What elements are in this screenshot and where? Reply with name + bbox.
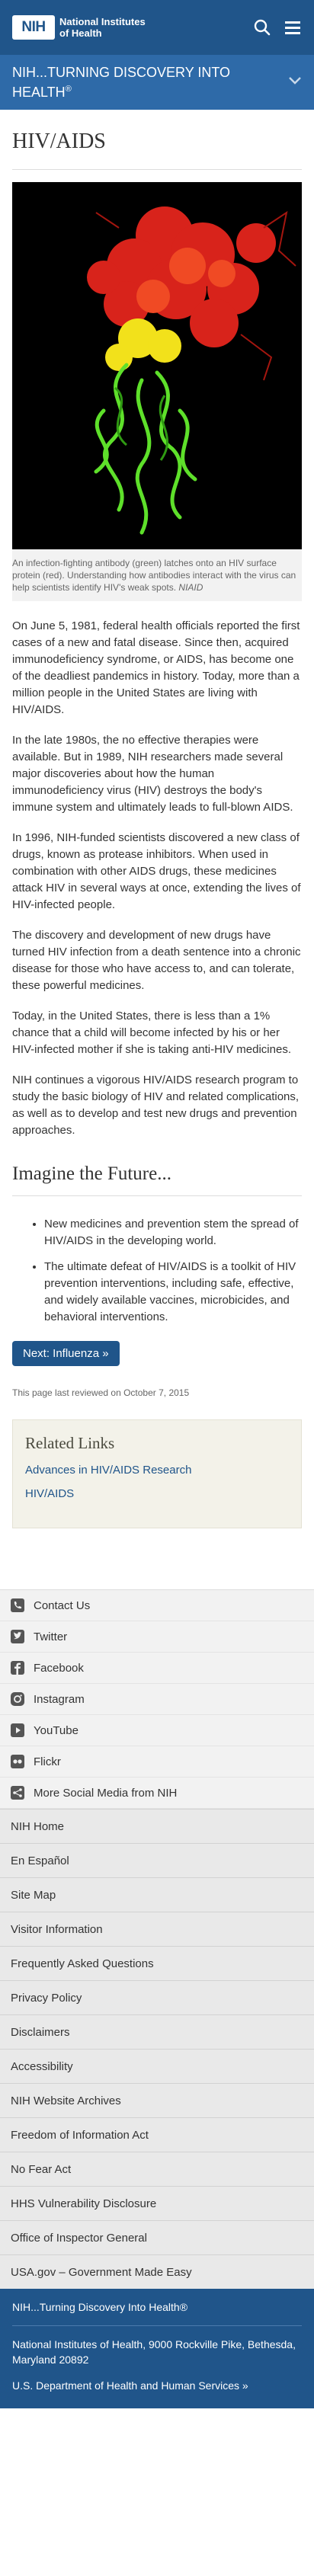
main-content: HIV/AIDS An infection-fighting antibody … [0,130,314,1528]
footer-tagline-text: NIH...Turning Discovery Into Health [12,2301,180,2313]
related-links-heading: Related Links [25,1434,115,1452]
footer-link-usa-gov[interactable]: USA.gov – Government Made Easy [0,2254,314,2289]
figure-caption: An infection-fighting antibody (green) l… [12,549,302,601]
body-paragraph: NIH continues a vigorous HIV/AIDS resear… [12,1074,300,1137]
search-icon[interactable] [253,18,271,37]
footer-link-accessibility[interactable]: Accessibility [0,2049,314,2083]
footer-link-privacy[interactable]: Privacy Policy [0,1980,314,2014]
figure-caption-text: An infection-fighting antibody (green) l… [12,558,296,593]
facebook-icon [9,1659,26,1676]
logo-line-1: National Institutes [59,16,146,27]
menu-icon[interactable] [284,18,302,37]
footer-link-faq[interactable]: Frequently Asked Questions [0,1946,314,1980]
footer-link-site-map[interactable]: Site Map [0,1877,314,1912]
facebook-link[interactable]: Facebook [0,1653,314,1684]
body-paragraph: On June 5, 1981, federal health official… [12,619,300,716]
social-links: Contact Us Twitter Facebook Instagram Yo… [0,1589,314,1809]
footer-address: National Institutes of Health, 9000 Rock… [12,2338,296,2366]
body-paragraph: Today, in the United States, there is le… [12,1010,291,1056]
nih-logo[interactable]: NIH National Institutes of Health [12,15,146,40]
footer-nav: NIH Home En Español Site Map Visitor Inf… [0,1809,314,2289]
footer-link-no-fear-act[interactable]: No Fear Act [0,2152,314,2186]
social-label: Flickr [34,1755,61,1768]
footer-link-nih-home[interactable]: NIH Home [0,1809,314,1843]
share-icon [9,1784,26,1801]
footer-link-oig[interactable]: Office of Inspector General [0,2220,314,2254]
site-header: NIH National Institutes of Health NIH...… [0,0,314,110]
related-link-advances[interactable]: Advances in HIV/AIDS Research [25,1464,289,1477]
body-paragraph: In the late 1980s, the no effective ther… [12,734,293,814]
twitter-link[interactable]: Twitter [0,1621,314,1653]
antibody-protein-image [12,182,302,549]
top-bar: NIH National Institutes of Health [0,0,314,55]
related-links-box: Related Links Advances in HIV/AIDS Resea… [12,1419,302,1528]
footer-link-espanol[interactable]: En Español [0,1843,314,1877]
instagram-link[interactable]: Instagram [0,1684,314,1715]
next-influenza-button[interactable]: Next: Influenza » [12,1341,120,1366]
logo-line-2: of Health [59,27,102,39]
header-actions [253,18,302,37]
figure-credit: NIAID [178,582,203,593]
footer-link-vulnerability[interactable]: HHS Vulnerability Disclosure [0,2186,314,2220]
twitter-icon [9,1628,26,1645]
social-label: More Social Media from NIH [34,1786,178,1800]
article-figure: An infection-fighting antibody (green) l… [12,182,302,601]
social-label: Facebook [34,1661,84,1675]
site-footer: Contact Us Twitter Facebook Instagram Yo… [0,1589,314,2408]
section-nav-title: NIH...TURNING DISCOVERY INTO HEALTH® [12,64,264,101]
social-label: Twitter [34,1630,68,1643]
nih-logo-text: National Institutes of Health [59,16,146,39]
youtube-link[interactable]: YouTube [0,1715,314,1746]
related-link-hiv-aids[interactable]: HIV/AIDS [25,1487,289,1500]
nih-logo-mark: NIH [12,15,55,40]
social-label: Instagram [34,1692,85,1706]
footer-bottom: NIH...Turning Discovery Into Health® Nat… [0,2289,314,2408]
external-arrow-icon: » [242,2379,248,2392]
social-label: Contact Us [34,1598,91,1612]
hhs-link[interactable]: U.S. Department of Health and Human Serv… [12,2379,248,2392]
footer-tagline: NIH...Turning Discovery Into Health® [12,2299,302,2326]
chevron-down-icon [288,75,302,89]
page-title: HIV/AIDS [12,130,302,170]
social-label: YouTube [34,1723,78,1737]
phone-icon [9,1597,26,1614]
registered-mark: ® [65,85,72,94]
section-nav-toggle[interactable]: NIH...TURNING DISCOVERY INTO HEALTH® [0,55,314,110]
instagram-icon [9,1691,26,1707]
footer-registered-mark: ® [179,2301,188,2313]
future-heading: Imagine the Future... [12,1163,302,1196]
flickr-icon [9,1753,26,1770]
youtube-icon [9,1722,26,1739]
hhs-link-text: U.S. Department of Health and Human Serv… [12,2379,240,2392]
footer-link-archives[interactable]: NIH Website Archives [0,2083,314,2117]
future-list: New medicines and prevention stem the sp… [12,1216,302,1326]
flickr-link[interactable]: Flickr [0,1746,314,1778]
body-paragraph: In 1996, NIH-funded scientists discovere… [12,831,301,911]
list-item: New medicines and prevention stem the sp… [44,1216,302,1250]
footer-link-disclaimers[interactable]: Disclaimers [0,2014,314,2049]
more-social-media-link[interactable]: More Social Media from NIH [0,1778,314,1809]
footer-link-visitor-info[interactable]: Visitor Information [0,1912,314,1946]
contact-us-link[interactable]: Contact Us [0,1590,314,1621]
last-reviewed-text: This page last reviewed on October 7, 20… [12,1387,190,1398]
footer-link-foia[interactable]: Freedom of Information Act [0,2117,314,2152]
body-paragraph: The discovery and development of new dru… [12,929,301,992]
list-item: The ultimate defeat of HIV/AIDS is a too… [44,1259,302,1326]
section-nav-title-text: NIH...TURNING DISCOVERY INTO HEALTH [12,65,231,100]
